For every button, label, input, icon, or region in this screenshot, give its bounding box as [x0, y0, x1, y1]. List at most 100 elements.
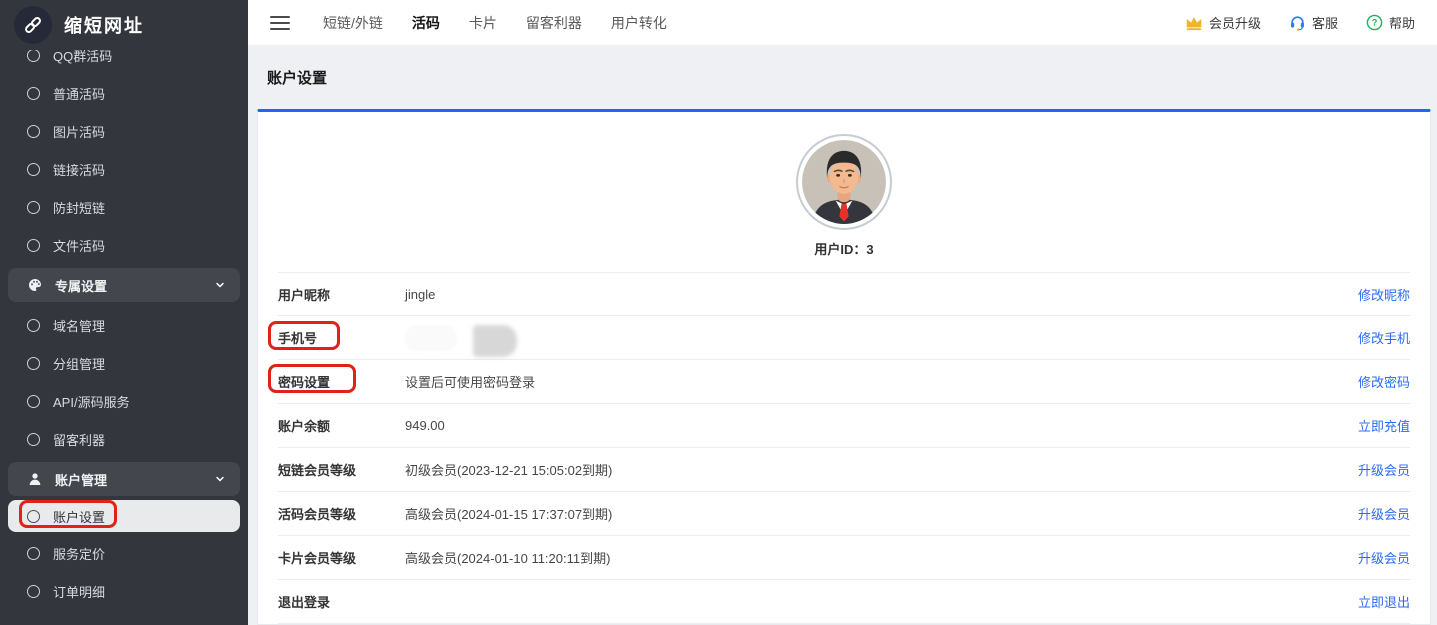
row-nickname: 用户昵称 jingle 修改昵称: [278, 272, 1410, 316]
upgrade-qrcode-link[interactable]: 升级会员: [1358, 504, 1410, 523]
page-header: 账户设置: [248, 46, 1437, 109]
row-card-membership: 卡片会员等级 高级会员(2024-01-10 11:20:11到期) 升级会员: [278, 536, 1410, 580]
sidebar-section-label: 专属设置: [55, 276, 202, 295]
sidebar-item-account-settings[interactable]: 账户设置: [8, 500, 240, 532]
row-balance: 账户余额 949.00 立即充值: [278, 404, 1410, 448]
row-value: jingle: [405, 287, 1358, 302]
account-settings-card: 用户ID：3 用户昵称 jingle 修改昵称 手机号 修改手机 密码设置 设置…: [257, 109, 1431, 625]
tab-card[interactable]: 卡片: [469, 13, 497, 33]
edit-phone-link[interactable]: 修改手机: [1358, 328, 1410, 347]
row-label: 短链会员等级: [278, 460, 405, 479]
circle-icon: [27, 201, 40, 214]
sidebar-item-label: 账户设置: [53, 507, 105, 526]
customer-service-button[interactable]: 客服: [1289, 13, 1338, 32]
row-phone: 手机号 修改手机: [278, 316, 1410, 360]
account-rows: 用户昵称 jingle 修改昵称 手机号 修改手机 密码设置 设置后可使用密码登…: [278, 272, 1410, 624]
person-icon: [27, 471, 43, 487]
row-label: 密码设置: [278, 372, 405, 391]
avatar[interactable]: [796, 134, 892, 230]
row-value: 初级会员(2023-12-21 15:05:02到期): [405, 460, 1358, 479]
sidebar-item-label: 留客利器: [53, 430, 105, 449]
circle-icon: [27, 585, 40, 598]
palette-icon: [27, 277, 43, 293]
main-area: 短链/外链 活码 卡片 留客利器 用户转化 会员升级: [248, 0, 1437, 625]
circle-icon: [27, 49, 40, 62]
sidebar-item-link-qrcode[interactable]: 链接活码: [0, 150, 248, 188]
profile-block: 用户ID：3: [258, 112, 1430, 258]
circle-icon: [27, 433, 40, 446]
sidebar-section-account-management[interactable]: 账户管理: [8, 462, 240, 496]
sidebar-item-label: 防封短链: [53, 198, 105, 217]
recharge-link[interactable]: 立即充值: [1358, 416, 1410, 435]
question-icon: ?: [1366, 14, 1383, 31]
row-label: 活码会员等级: [278, 504, 405, 523]
edit-nickname-link[interactable]: 修改昵称: [1358, 285, 1410, 304]
tab-retention-tool[interactable]: 留客利器: [526, 13, 582, 33]
sidebar-item-label: 域名管理: [53, 316, 105, 335]
svg-text:?: ?: [1372, 18, 1378, 28]
edit-password-link[interactable]: 修改密码: [1358, 372, 1410, 391]
member-upgrade-button[interactable]: 会员升级: [1185, 13, 1261, 32]
sidebar-item-label: 文件活码: [53, 236, 105, 255]
redacted-blur: [473, 325, 517, 357]
row-value: 设置后可使用密码登录: [405, 372, 1358, 391]
row-value: 高级会员(2024-01-15 17:37:07到期): [405, 504, 1358, 523]
row-value: 949.00: [405, 418, 1358, 433]
sidebar-item-service-pricing[interactable]: 服务定价: [0, 534, 248, 572]
chevron-down-icon: [214, 473, 226, 485]
row-value: 高级会员(2024-01-10 11:20:11到期): [405, 548, 1358, 567]
row-label: 手机号: [278, 328, 405, 347]
sidebar-section-exclusive-settings[interactable]: 专属设置: [8, 268, 240, 302]
row-label: 用户昵称: [278, 285, 405, 304]
upgrade-card-link[interactable]: 升级会员: [1358, 548, 1410, 567]
sidebar-item-group-management[interactable]: 分组管理: [0, 344, 248, 382]
row-shortlink-membership: 短链会员等级 初级会员(2023-12-21 15:05:02到期) 升级会员: [278, 448, 1410, 492]
circle-icon: [27, 87, 40, 100]
top-nav-tabs: 短链/外链 活码 卡片 留客利器 用户转化: [323, 13, 667, 33]
upgrade-shortlink-link[interactable]: 升级会员: [1358, 460, 1410, 479]
sidebar-item-label: 普通活码: [53, 84, 105, 103]
sidebar-item-normal-qrcode[interactable]: 普通活码: [0, 74, 248, 112]
sidebar-item-label: 图片活码: [53, 122, 105, 141]
help-label: 帮助: [1389, 13, 1415, 32]
sidebar-item-api-source-service[interactable]: API/源码服务: [0, 382, 248, 420]
row-label: 卡片会员等级: [278, 548, 405, 567]
tab-live-qrcode[interactable]: 活码: [412, 13, 440, 33]
tab-shortlink[interactable]: 短链/外链: [323, 13, 383, 33]
link-icon: [14, 6, 52, 44]
row-logout: 退出登录 立即退出: [278, 580, 1410, 624]
circle-icon: [27, 510, 40, 523]
sidebar-item-retention-tool[interactable]: 留客利器: [0, 420, 248, 458]
row-password: 密码设置 设置后可使用密码登录 修改密码: [278, 360, 1410, 404]
chevron-down-icon: [214, 279, 226, 291]
tab-user-conversion[interactable]: 用户转化: [611, 13, 667, 33]
row-value-redacted: [405, 319, 1358, 357]
circle-icon: [27, 125, 40, 138]
sidebar-item-label: 分组管理: [53, 354, 105, 373]
circle-icon: [27, 395, 40, 408]
help-button[interactable]: ? 帮助: [1366, 13, 1415, 32]
sidebar-item-domain-management[interactable]: 域名管理: [0, 306, 248, 344]
brand-title: 缩短网址: [64, 12, 144, 38]
circle-icon: [27, 547, 40, 560]
topbar-actions: 会员升级 客服 ?: [1185, 13, 1415, 32]
hamburger-menu-icon[interactable]: [270, 16, 290, 30]
sidebar-item-file-qrcode[interactable]: 文件活码: [0, 226, 248, 264]
logout-link[interactable]: 立即退出: [1358, 592, 1410, 611]
circle-icon: [27, 239, 40, 252]
customer-service-label: 客服: [1312, 13, 1338, 32]
crown-icon: [1185, 15, 1203, 31]
brand[interactable]: 缩短网址: [0, 0, 248, 50]
sidebar-item-label: API/源码服务: [53, 392, 130, 411]
circle-icon: [27, 163, 40, 176]
sidebar-item-label: 订单明细: [53, 582, 105, 601]
sidebar-item-antiblock-shortlink[interactable]: 防封短链: [0, 188, 248, 226]
circle-icon: [27, 357, 40, 370]
sidebar-menu: QQ群活码 普通活码 图片活码 链接活码 防封短链 文件活码: [0, 0, 248, 610]
sidebar-item-order-details[interactable]: 订单明细: [0, 572, 248, 610]
sidebar: QQ群活码 普通活码 图片活码 链接活码 防封短链 文件活码: [0, 0, 248, 625]
sidebar-item-image-qrcode[interactable]: 图片活码: [0, 112, 248, 150]
user-id-label: 用户ID：: [814, 242, 866, 257]
headset-icon: [1289, 14, 1306, 31]
avatar-image: [802, 140, 886, 224]
